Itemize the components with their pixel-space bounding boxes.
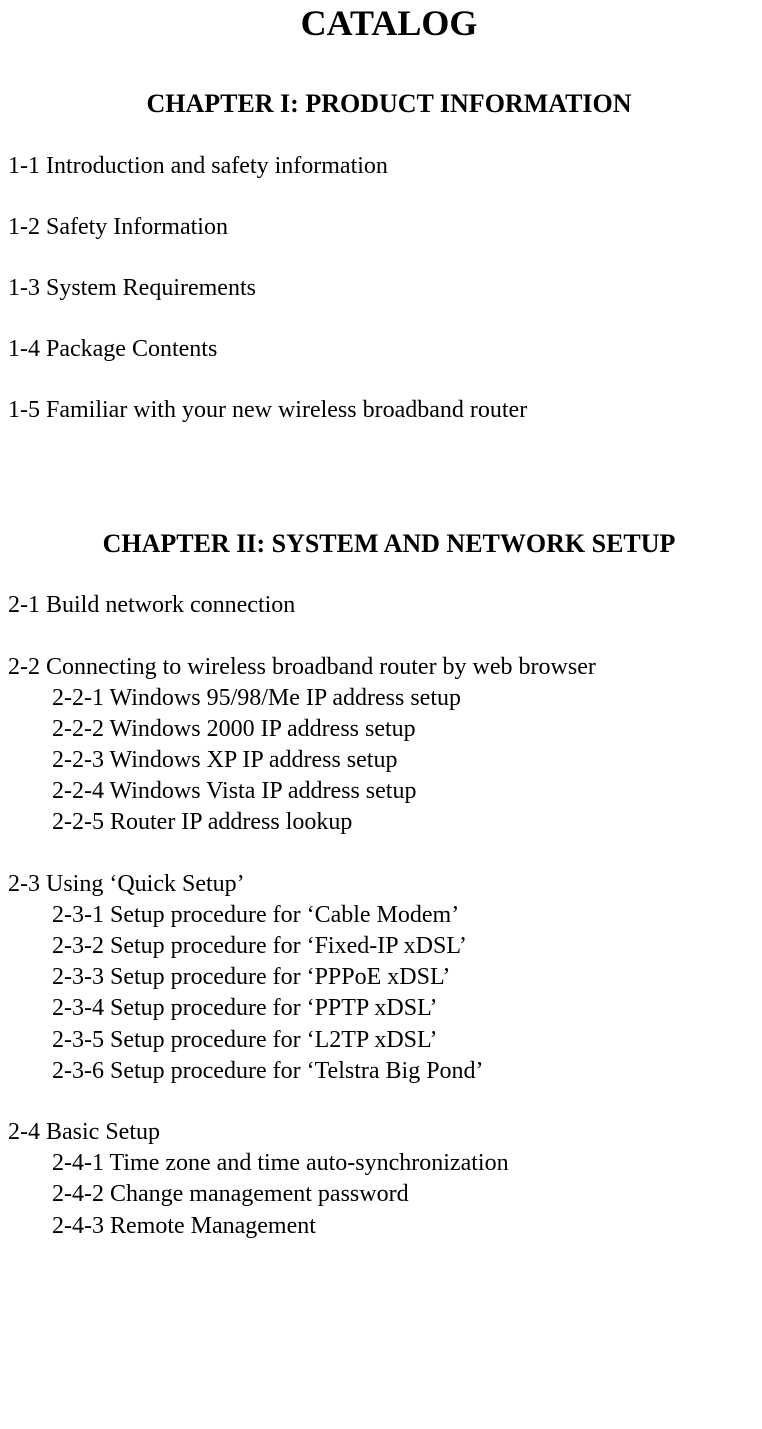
toc-entry-2-3-6: 2-3-6 Setup procedure for ‘Telstra Big P…: [52, 1056, 762, 1087]
toc-entry-2-4: 2-4 Basic Setup: [8, 1117, 762, 1148]
toc-entry-1-2: 1-2 Safety Information: [8, 212, 762, 243]
chapter-2-heading: CHAPTER II: SYSTEM AND NETWORK SETUP: [8, 527, 762, 561]
toc-entry-2-3-1: 2-3-1 Setup procedure for ‘Cable Modem’: [52, 900, 762, 931]
toc-group-2-4: 2-4 Basic Setup 2-4-1 Time zone and time…: [8, 1117, 762, 1242]
toc-entry-1-1: 1-1 Introduction and safety information: [8, 151, 762, 182]
toc-group-2-2: 2-2 Connecting to wireless broadband rou…: [8, 652, 762, 839]
toc-entry-1-3: 1-3 System Requirements: [8, 273, 762, 304]
toc-entry-2-1: 2-1 Build network connection: [8, 590, 762, 621]
toc-entry-2-4-2: 2-4-2 Change management password: [52, 1179, 762, 1210]
toc-entry-2-4-3: 2-4-3 Remote Management: [52, 1211, 762, 1242]
toc-entry-2-3-2: 2-3-2 Setup procedure for ‘Fixed-IP xDSL…: [52, 931, 762, 962]
toc-entry-2-2-1: 2-2-1 Windows 95/98/Me IP address setup: [52, 683, 762, 714]
toc-entry-2-2: 2-2 Connecting to wireless broadband rou…: [8, 652, 762, 683]
toc-entry-2-2-5: 2-2-5 Router IP address lookup: [52, 807, 762, 838]
toc-entry-2-3-5: 2-3-5 Setup procedure for ‘L2TP xDSL’: [52, 1025, 762, 1056]
toc-entry-2-4-1: 2-4-1 Time zone and time auto-synchroniz…: [52, 1148, 762, 1179]
toc-entry-2-3: 2-3 Using ‘Quick Setup’: [8, 869, 762, 900]
toc-entry-1-5: 1-5 Familiar with your new wireless broa…: [8, 395, 762, 426]
toc-group-2-3: 2-3 Using ‘Quick Setup’ 2-3-1 Setup proc…: [8, 869, 762, 1087]
toc-entry-1-4: 1-4 Package Contents: [8, 334, 762, 365]
toc-entry-2-3-3: 2-3-3 Setup procedure for ‘PPPoE xDSL’: [52, 962, 762, 993]
toc-entry-2-2-4: 2-2-4 Windows Vista IP address setup: [52, 776, 762, 807]
toc-entry-2-2-2: 2-2-2 Windows 2000 IP address setup: [52, 714, 762, 745]
chapter-1-heading: CHAPTER I: PRODUCT INFORMATION: [8, 87, 762, 121]
toc-entry-2-3-4: 2-3-4 Setup procedure for ‘PPTP xDSL’: [52, 993, 762, 1024]
catalog-title: CATALOG: [8, 0, 762, 47]
toc-entry-2-2-3: 2-2-3 Windows XP IP address setup: [52, 745, 762, 776]
